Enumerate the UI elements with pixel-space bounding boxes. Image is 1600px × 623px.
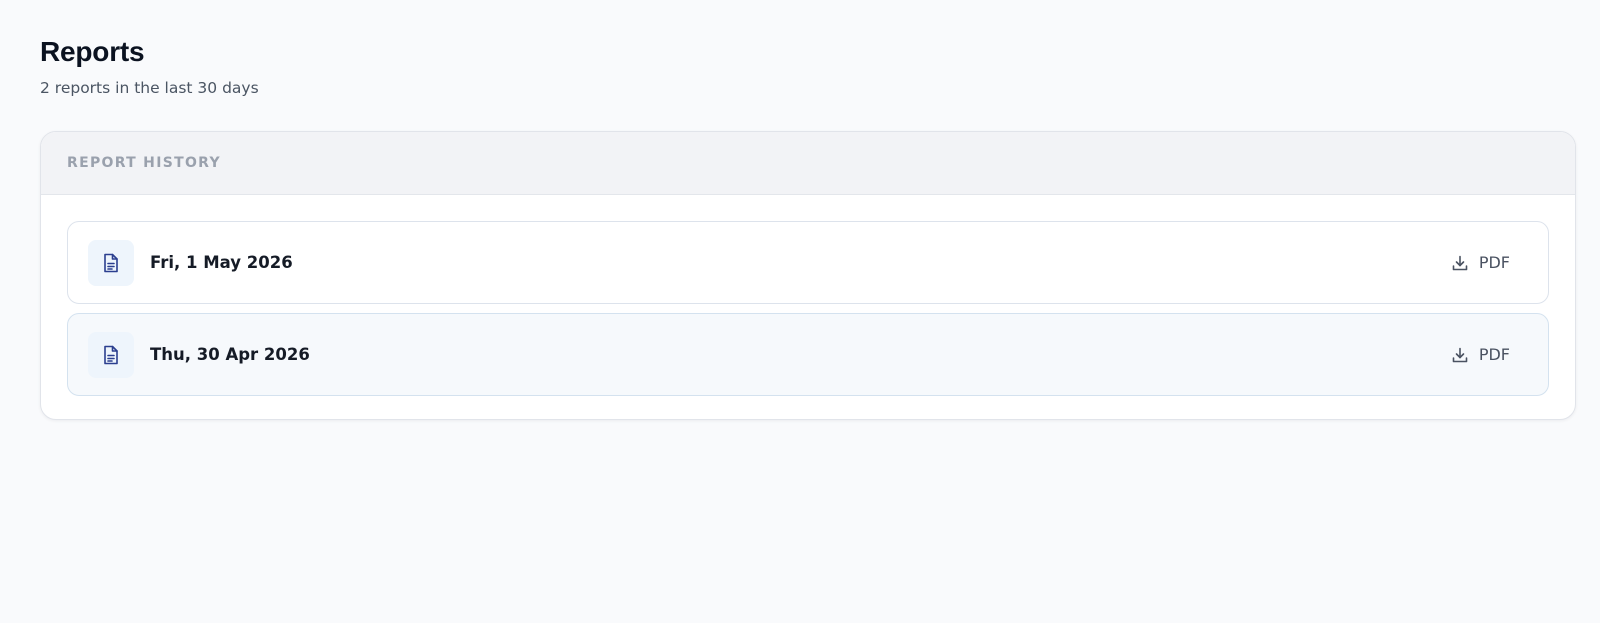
page-subtitle: 2 reports in the last 30 days [40, 79, 259, 97]
download-icon [1451, 254, 1469, 272]
file-text-icon [88, 239, 134, 286]
report-history-card: REPORT HISTORY Fri, 1 May 2026 PDF Thu, … [40, 131, 1576, 420]
download-pdf-button[interactable]: PDF [1443, 339, 1528, 370]
page: Reports 2 reports in the last 30 days RE… [40, 36, 1576, 420]
card-header: REPORT HISTORY [41, 132, 1575, 195]
card-title: REPORT HISTORY [67, 155, 221, 171]
download-pdf-label: PDF [1478, 345, 1510, 364]
download-icon [1451, 346, 1469, 364]
report-row[interactable]: Fri, 1 May 2026 PDF [67, 221, 1549, 304]
report-date: Thu, 30 Apr 2026 [150, 345, 310, 364]
report-list: Fri, 1 May 2026 PDF Thu, 30 Apr 2026 PDF [41, 195, 1575, 396]
download-pdf-button[interactable]: PDF [1443, 247, 1528, 278]
page-title: Reports [40, 36, 145, 67]
file-text-icon [88, 331, 134, 378]
report-row[interactable]: Thu, 30 Apr 2026 PDF [67, 313, 1549, 396]
download-pdf-label: PDF [1478, 253, 1510, 272]
report-date: Fri, 1 May 2026 [150, 253, 293, 272]
